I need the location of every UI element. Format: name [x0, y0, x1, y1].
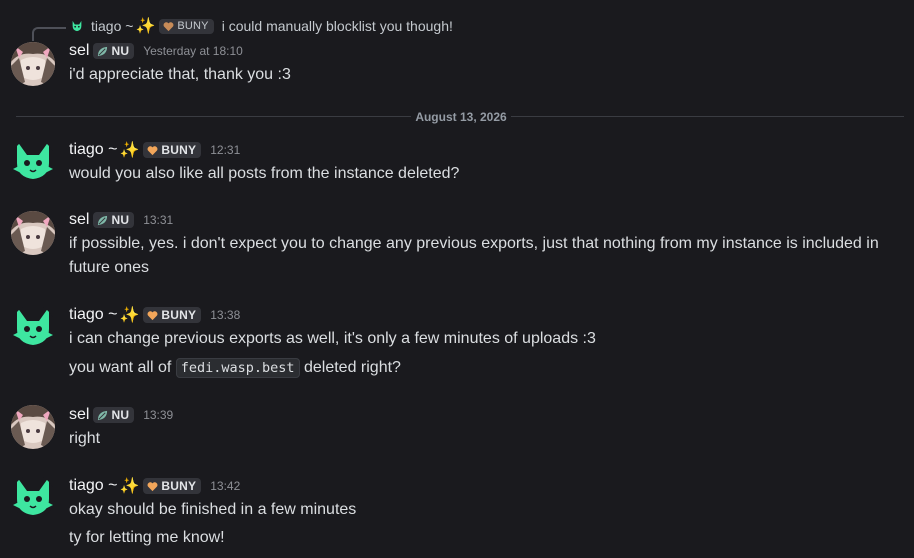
- username[interactable]: tiago ~: [69, 477, 117, 495]
- message-text-before: you want all of: [69, 359, 176, 376]
- message-text: if possible, yes. i don't expect you to …: [69, 235, 879, 276]
- heart-icon: [147, 310, 158, 320]
- role-tag-label: BUNY: [161, 479, 197, 493]
- role-tag-buny[interactable]: BUNY: [143, 307, 202, 323]
- message-text: right: [69, 430, 101, 447]
- sparkle-icon: ✨: [119, 478, 140, 495]
- username[interactable]: tiago ~: [69, 141, 117, 159]
- date-divider-label: August 13, 2026: [411, 110, 511, 124]
- message-text: i can change previous exports as well, i…: [69, 330, 596, 347]
- reply-avatar: [69, 18, 85, 34]
- avatar[interactable]: [11, 405, 55, 449]
- role-tag-label: NU: [111, 408, 130, 422]
- reply-author[interactable]: tiago ~: [91, 18, 133, 34]
- avatar[interactable]: [11, 305, 55, 349]
- reply-preview[interactable]: tiago ~ ✨ BUNY i could manually blocklis…: [69, 16, 453, 36]
- heart-icon: [163, 21, 174, 31]
- chat-log: tiago ~ ✨ BUNY i could manually blocklis…: [0, 0, 914, 558]
- heart-icon: [147, 145, 158, 155]
- avatar[interactable]: [11, 42, 55, 86]
- inline-code: fedi.wasp.best: [175, 358, 300, 378]
- timestamp[interactable]: 13:42: [210, 479, 240, 493]
- avatar[interactable]: [11, 475, 55, 519]
- reply-text: i could manually blocklist you though!: [221, 18, 453, 34]
- timestamp[interactable]: 13:39: [143, 408, 173, 422]
- avatar[interactable]: [11, 211, 55, 255]
- timestamp[interactable]: Yesterday at 18:10: [143, 44, 243, 58]
- sparkle-icon: ✨: [119, 142, 140, 159]
- role-tag-buny[interactable]: BUNY: [143, 142, 202, 158]
- avatar[interactable]: [11, 139, 55, 183]
- role-tag-label: BUNY: [177, 20, 209, 32]
- username[interactable]: sel: [69, 42, 89, 60]
- username[interactable]: sel: [69, 211, 89, 229]
- date-divider-line: [16, 116, 904, 117]
- message-text-after: deleted right?: [299, 359, 401, 376]
- sparkle-icon: ✨: [119, 307, 140, 324]
- role-tag-nu[interactable]: NU: [93, 43, 135, 59]
- message-text: ty for letting me know!: [69, 529, 225, 546]
- reply-connector: [32, 27, 66, 41]
- role-tag-label: NU: [111, 213, 130, 227]
- role-tag-nu[interactable]: NU: [93, 407, 135, 423]
- username[interactable]: sel: [69, 406, 89, 424]
- timestamp[interactable]: 12:31: [210, 143, 240, 157]
- leaf-icon: [98, 410, 108, 420]
- role-tag-nu[interactable]: NU: [93, 212, 135, 228]
- date-divider: August 13, 2026: [0, 108, 914, 126]
- message-text: would you also like all posts from the i…: [69, 165, 460, 182]
- message-header: sel NU Yesterday at 18:10: [69, 40, 243, 62]
- sparkle-icon: ✨: [135, 18, 156, 35]
- role-tag-label: BUNY: [161, 308, 197, 322]
- message-header: tiago ~ ✨ BUNY 12:31: [69, 139, 240, 161]
- message-header: sel NU 13:39: [69, 404, 173, 426]
- message-header: tiago ~ ✨ BUNY 13:38: [69, 304, 240, 326]
- message-text: you want all of fedi.wasp.best deleted r…: [69, 356, 901, 380]
- heart-icon: [147, 481, 158, 491]
- message-header: tiago ~ ✨ BUNY 13:42: [69, 475, 240, 497]
- message-text: i'd appreciate that, thank you :3: [69, 66, 291, 83]
- timestamp[interactable]: 13:31: [143, 213, 173, 227]
- role-tag-label: BUNY: [161, 143, 197, 157]
- leaf-icon: [98, 46, 108, 56]
- message-header: sel NU 13:31: [69, 209, 173, 231]
- message-text: okay should be finished in a few minutes: [69, 501, 357, 518]
- role-tag-buny[interactable]: BUNY: [159, 18, 214, 34]
- role-tag-label: NU: [111, 44, 130, 58]
- username[interactable]: tiago ~: [69, 306, 117, 324]
- timestamp[interactable]: 13:38: [210, 308, 240, 322]
- role-tag-buny[interactable]: BUNY: [143, 478, 202, 494]
- leaf-icon: [98, 215, 108, 225]
